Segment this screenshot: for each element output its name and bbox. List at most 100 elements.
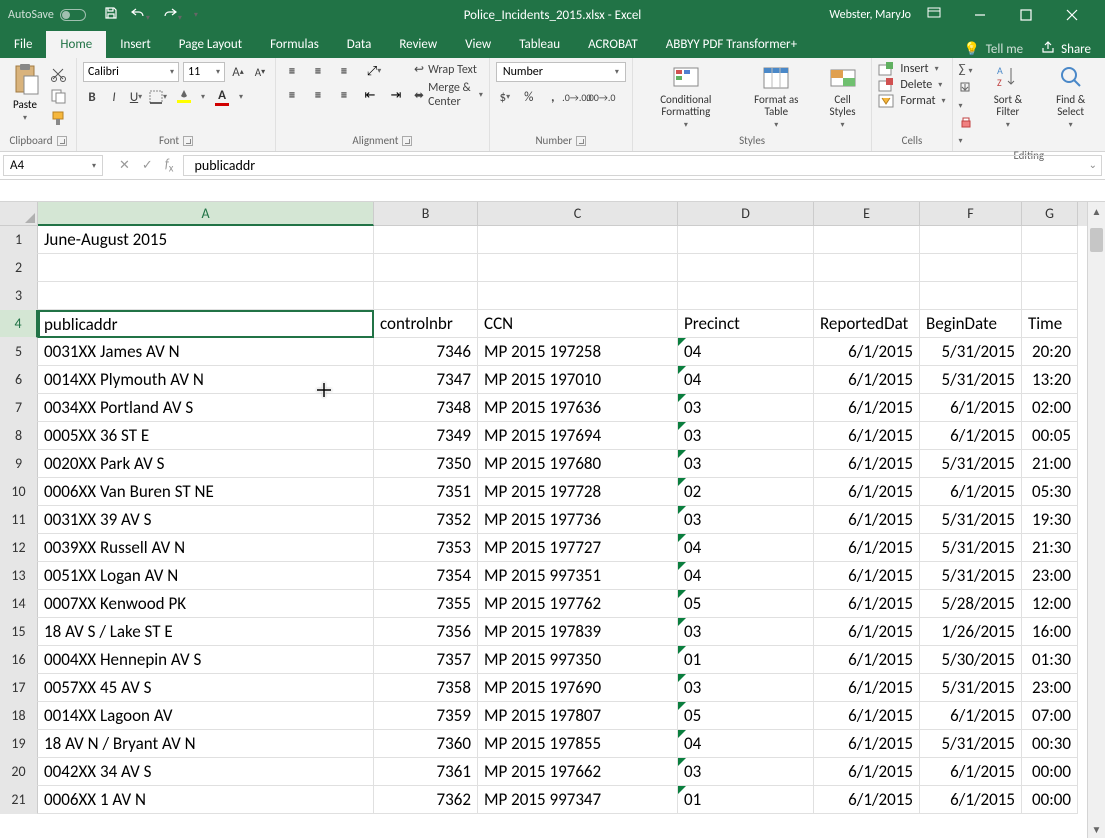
- align-top-icon[interactable]: ≡: [282, 62, 302, 80]
- cell[interactable]: [1022, 282, 1078, 310]
- cell[interactable]: 5/31/2015: [920, 674, 1022, 702]
- cell[interactable]: MP 2015 197736: [478, 506, 678, 534]
- cell[interactable]: 5/31/2015: [920, 506, 1022, 534]
- alignment-dialog-icon[interactable]: [402, 136, 412, 146]
- select-all-corner[interactable]: [0, 202, 38, 226]
- cell[interactable]: 02:00: [1022, 394, 1078, 422]
- share-button[interactable]: Share: [1041, 40, 1091, 58]
- cell-styles-button[interactable]: Cell Styles▾: [820, 62, 866, 132]
- autosave-switch[interactable]: [60, 9, 86, 21]
- cell[interactable]: 07:00: [1022, 702, 1078, 730]
- row-header[interactable]: 21: [0, 786, 38, 814]
- row-header[interactable]: 4: [0, 310, 38, 338]
- redo-icon[interactable]: ▾: [162, 6, 182, 24]
- cell[interactable]: 01: [678, 646, 814, 674]
- row-header[interactable]: 8: [0, 422, 38, 450]
- row-header[interactable]: 9: [0, 450, 38, 478]
- cell[interactable]: [920, 226, 1022, 254]
- cell[interactable]: 7346: [374, 338, 478, 366]
- cell[interactable]: 03: [678, 422, 814, 450]
- cell[interactable]: 03: [678, 394, 814, 422]
- decrease-indent-icon[interactable]: ⇤: [360, 86, 380, 104]
- tab-tableau[interactable]: Tableau: [505, 31, 574, 58]
- font-name-select[interactable]: Calibri▾: [83, 62, 179, 82]
- cell[interactable]: MP 2015 197662: [478, 758, 678, 786]
- row-header[interactable]: 15: [0, 618, 38, 646]
- cell[interactable]: 7349: [374, 422, 478, 450]
- cell[interactable]: 00:05: [1022, 422, 1078, 450]
- cell[interactable]: MP 2015 197855: [478, 730, 678, 758]
- cancel-icon[interactable]: ✕: [119, 158, 130, 173]
- cell[interactable]: 18 AV N / Bryant AV N: [38, 730, 374, 758]
- scroll-up-icon[interactable]: ▲: [1088, 202, 1105, 220]
- cell[interactable]: MP 2015 197694: [478, 422, 678, 450]
- row-header[interactable]: 13: [0, 562, 38, 590]
- cell[interactable]: 6/1/2015: [814, 534, 920, 562]
- cell[interactable]: Precinct: [678, 310, 814, 338]
- cell[interactable]: 6/1/2015: [814, 562, 920, 590]
- cell[interactable]: MP 2015 197636: [478, 394, 678, 422]
- cell[interactable]: 7347: [374, 366, 478, 394]
- tellme[interactable]: 💡 Tell me: [964, 42, 1024, 57]
- cell[interactable]: 6/1/2015: [814, 702, 920, 730]
- cell[interactable]: 23:00: [1022, 562, 1078, 590]
- formula-input[interactable]: publicaddr ⌄: [183, 155, 1102, 176]
- cell[interactable]: 5/31/2015: [920, 562, 1022, 590]
- user-name[interactable]: Webster, MaryJo: [829, 8, 911, 22]
- cell[interactable]: 0042XX 34 AV S: [38, 758, 374, 786]
- paste-button[interactable]: Paste ▾: [6, 62, 44, 126]
- row-header[interactable]: 16: [0, 646, 38, 674]
- cell[interactable]: 0005XX 36 ST E: [38, 422, 374, 450]
- font-size-select[interactable]: 11▾: [183, 62, 225, 82]
- increase-indent-icon[interactable]: ⇥: [386, 86, 406, 104]
- cell[interactable]: 5/31/2015: [920, 730, 1022, 758]
- col-header-E[interactable]: E: [814, 202, 920, 226]
- cell[interactable]: 6/1/2015: [814, 758, 920, 786]
- align-center-icon[interactable]: ≡: [308, 86, 328, 104]
- cell[interactable]: 6/1/2015: [814, 506, 920, 534]
- cell[interactable]: 5/31/2015: [920, 338, 1022, 366]
- cell[interactable]: 6/1/2015: [814, 366, 920, 394]
- bold-button[interactable]: B: [83, 88, 101, 106]
- row-header[interactable]: 11: [0, 506, 38, 534]
- cell[interactable]: 0006XX Van Buren ST NE: [38, 478, 374, 506]
- format-as-table-button[interactable]: Format as Table▾: [743, 62, 810, 132]
- cell[interactable]: 6/1/2015: [814, 394, 920, 422]
- row-header[interactable]: 17: [0, 674, 38, 702]
- cell[interactable]: 0057XX 45 AV S: [38, 674, 374, 702]
- find-select-button[interactable]: Find & Select▾: [1042, 62, 1099, 132]
- fill-button[interactable]: ▾: [959, 81, 974, 112]
- align-bottom-icon[interactable]: ≡: [334, 62, 354, 80]
- row-header[interactable]: 2: [0, 254, 38, 282]
- cell[interactable]: 13:20: [1022, 366, 1078, 394]
- cell[interactable]: 7353: [374, 534, 478, 562]
- cell[interactable]: 12:00: [1022, 590, 1078, 618]
- cell[interactable]: 6/1/2015: [920, 394, 1022, 422]
- cell[interactable]: 7348: [374, 394, 478, 422]
- cell[interactable]: 21:30: [1022, 534, 1078, 562]
- orientation-icon[interactable]: ⤢▾: [360, 62, 388, 80]
- cells-area[interactable]: June-August 2015publicaddrcontrolnbrCCNP…: [38, 226, 1087, 814]
- cell[interactable]: [374, 226, 478, 254]
- cell[interactable]: [920, 282, 1022, 310]
- cell[interactable]: 03: [678, 506, 814, 534]
- cell[interactable]: [478, 282, 678, 310]
- cell[interactable]: MP 2015 197010: [478, 366, 678, 394]
- cell[interactable]: publicaddr: [38, 310, 374, 338]
- close-button[interactable]: [1049, 0, 1095, 30]
- cell[interactable]: MP 2015 197690: [478, 674, 678, 702]
- cell[interactable]: 0014XX Lagoon AV: [38, 702, 374, 730]
- maximize-button[interactable]: [1003, 0, 1049, 30]
- cell[interactable]: 03: [678, 450, 814, 478]
- cell[interactable]: 0020XX Park AV S: [38, 450, 374, 478]
- cell[interactable]: 05: [678, 590, 814, 618]
- cell[interactable]: 05:30: [1022, 478, 1078, 506]
- cell[interactable]: 5/28/2015: [920, 590, 1022, 618]
- tab-formulas[interactable]: Formulas: [256, 31, 333, 58]
- cell[interactable]: CCN: [478, 310, 678, 338]
- cell[interactable]: [478, 226, 678, 254]
- cell[interactable]: 03: [678, 618, 814, 646]
- decrease-decimal-icon[interactable]: .00→.0: [592, 88, 610, 106]
- cell[interactable]: 6/1/2015: [920, 422, 1022, 450]
- cell[interactable]: 02: [678, 478, 814, 506]
